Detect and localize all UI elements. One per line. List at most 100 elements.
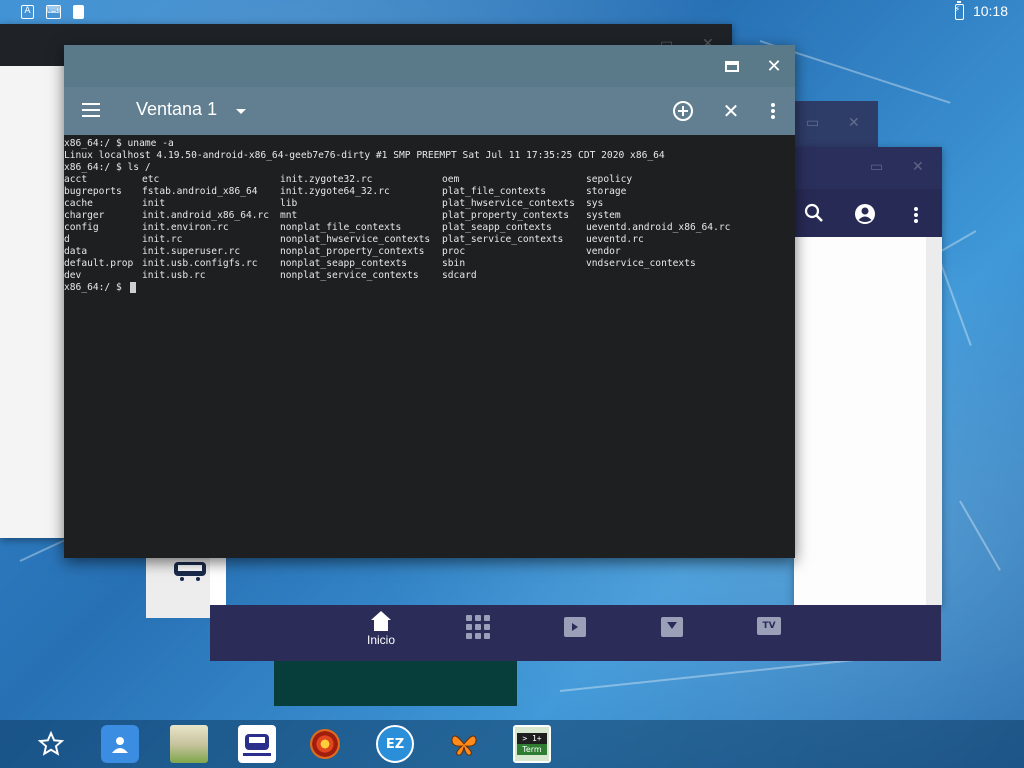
ls-entry: plat_file_contexts: [442, 186, 546, 197]
battery-charging-icon: [954, 1, 964, 20]
ls-entry: sys: [586, 198, 604, 209]
ls-entry: oem: [442, 174, 460, 185]
nav-video[interactable]: [551, 613, 599, 655]
maximize-icon[interactable]: ▭: [870, 159, 883, 175]
maximize-icon: [725, 60, 739, 72]
nav-apps[interactable]: [454, 613, 502, 655]
ez-icon[interactable]: EZ: [376, 725, 414, 763]
ls-entry: d: [64, 234, 70, 245]
text-cursor: [129, 282, 136, 293]
ls-entry: sdcard: [442, 270, 477, 281]
terminal-window[interactable]: ✕ Ventana 1 ✕ x86_64:/ $ uname -a Linux …: [64, 45, 795, 558]
ls-entry: fstab.android_x86_64: [142, 186, 258, 197]
account-icon[interactable]: [854, 203, 876, 225]
ls-entry: init.usb.configfs.rc: [142, 258, 258, 269]
background-app-titlebar[interactable]: ▭ ✕: [794, 147, 942, 189]
ls-entry: init.superuser.rc: [142, 246, 241, 257]
ls-row: data init.superuser.rc nonplat_property_co…: [64, 246, 795, 258]
ls-entry: nonplat_hwservice_contexts: [280, 234, 431, 245]
nav-tv[interactable]: TV: [745, 613, 793, 655]
terminal-prompt: x86_64:/ $: [64, 282, 128, 293]
more-options-icon[interactable]: [914, 205, 918, 225]
ls-entry: init.usb.rc: [142, 270, 206, 281]
ls-entry: charger: [64, 210, 105, 221]
maximize-button[interactable]: [711, 45, 753, 87]
more-options-button[interactable]: [749, 87, 797, 135]
add-circle-icon: [673, 101, 693, 121]
background-window-titlebar-2[interactable]: ▭ ✕: [794, 101, 878, 147]
nav-download[interactable]: [648, 613, 696, 655]
star-icon[interactable]: [32, 725, 70, 763]
ls-entry: dev: [64, 270, 82, 281]
background-app-panel: [274, 661, 517, 706]
menu-icon[interactable]: [82, 103, 100, 117]
ls-entry: vendor: [586, 246, 621, 257]
ls-entry: nonplat_property_contexts: [280, 246, 425, 257]
new-window-button[interactable]: [659, 87, 707, 135]
spiral-icon[interactable]: [306, 725, 344, 763]
close-icon[interactable]: ✕: [912, 159, 924, 175]
ls-row: acct etc init.zygote32.rc oem sepolicy: [64, 174, 795, 186]
chevron-down-icon[interactable]: [236, 109, 246, 114]
butterfly-icon[interactable]: [445, 725, 483, 763]
nav-home-label: Inicio: [366, 633, 395, 647]
thumbnail: [146, 558, 210, 618]
ls-entry: init.android_x86_64.rc: [142, 210, 270, 221]
ls-entry: storage: [586, 186, 627, 197]
dock: EZ > 1+ Term: [0, 720, 1024, 768]
ls-entry: acct: [64, 174, 88, 185]
app-bottom-navigation: Inicio TV: [210, 605, 941, 661]
terminal-output[interactable]: x86_64:/ $ uname -a Linux localhost 4.19…: [64, 135, 795, 558]
nav-home[interactable]: Inicio: [357, 611, 405, 655]
search-icon[interactable]: [804, 203, 824, 223]
download-icon: [661, 617, 683, 637]
ls-entry: proc: [442, 246, 466, 257]
maximize-icon[interactable]: ▭: [806, 115, 819, 131]
ls-entry: plat_seapp_contexts: [442, 222, 552, 233]
tv-icon: TV: [757, 617, 781, 635]
ls-entry: plat_service_contexts: [442, 234, 564, 245]
terminal-app-icon[interactable]: > 1+ Term: [513, 725, 551, 763]
ls-entry: plat_hwservice_contexts: [442, 198, 575, 209]
terminal-line: x86_64:/ $ ls /: [64, 162, 151, 173]
ls-row: bugreports fstab.android_x86_64 init.zygot…: [64, 186, 795, 198]
ls-entry: init.rc: [142, 234, 183, 245]
video-icon: [564, 617, 586, 637]
ls-entry: sepolicy: [586, 174, 633, 185]
contacts-icon[interactable]: [101, 725, 139, 763]
ls-entry: vndservice_contexts: [586, 258, 696, 269]
ls-entry: default.prop: [64, 258, 134, 269]
gallery-icon[interactable]: [170, 725, 208, 763]
ls-entry: lib: [280, 198, 298, 209]
ls-entry: mnt: [280, 210, 298, 221]
train-thumbnail-icon: [174, 562, 206, 581]
close-session-button[interactable]: ✕: [707, 87, 755, 135]
ls-entry: ueventd.rc: [586, 234, 644, 245]
ls-entry: nonplat_service_contexts: [280, 270, 419, 281]
ls-entry: data: [64, 246, 88, 257]
ls-entry: system: [586, 210, 621, 221]
close-icon: ✕: [722, 99, 740, 123]
keyboard-icon: ⌨: [46, 5, 61, 19]
clock: 10:18: [972, 3, 1008, 19]
apps-grid-icon: [466, 615, 490, 639]
ls-row: d init.rc nonplat_hwservice_contexts plat_s…: [64, 234, 795, 246]
background-app-window[interactable]: ▭ ✕: [794, 147, 942, 605]
terminal-titlebar[interactable]: ✕: [64, 45, 795, 87]
close-window-button[interactable]: ✕: [753, 45, 795, 87]
ls-entry: ueventd.android_x86_64.rc: [586, 222, 731, 233]
terminal-prompt-line: x86_64:/ $: [64, 282, 795, 294]
terminal-line: x86_64:/ $ uname -a: [64, 138, 174, 149]
background-app-scrollbar: [926, 237, 942, 605]
ls-entry: init.zygote64_32.rc: [280, 186, 390, 197]
ls-entry: cache: [64, 198, 93, 209]
train-icon[interactable]: [238, 725, 276, 763]
ls-row: cache init lib plat_hwservice_contexts sys: [64, 198, 795, 210]
ls-row: default.prop init.usb.configfs.rc nonplat_…: [64, 258, 795, 270]
background-app-toolbar: [794, 189, 942, 237]
terminal-line: Linux localhost 4.19.50-android-x86_64-g…: [64, 150, 665, 161]
close-icon[interactable]: ✕: [848, 115, 860, 131]
window-selector-label[interactable]: Ventana 1: [136, 99, 217, 120]
ls-entry: sbin: [442, 258, 466, 269]
ls-entry: nonplat_file_contexts: [280, 222, 402, 233]
